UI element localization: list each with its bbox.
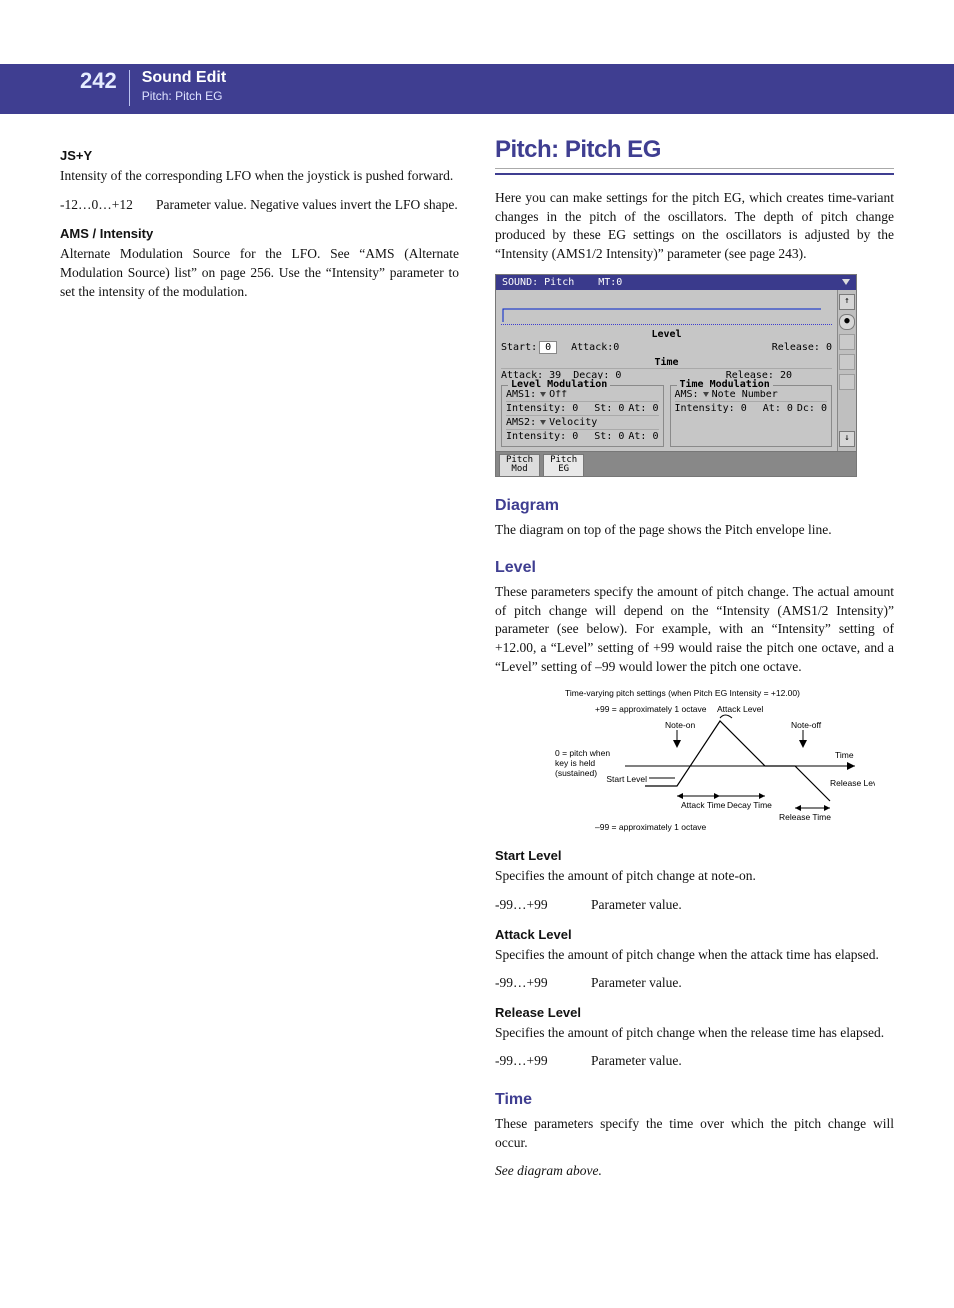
heading-diagram: Diagram: [495, 497, 894, 515]
env-zero-a: 0 = pitch when: [555, 748, 610, 758]
env-attack-level-label: Attack Level: [717, 704, 763, 714]
page-header: 242 Sound Edit Pitch: Pitch EG: [0, 64, 954, 114]
ui-tm-at[interactable]: At: 0: [763, 403, 793, 414]
side-button[interactable]: [839, 354, 855, 370]
ui-level-label: Level: [501, 329, 832, 340]
header-subtitle: Pitch: Pitch EG: [142, 88, 226, 104]
env-release-time: Release Time: [779, 812, 831, 822]
side-button[interactable]: [839, 374, 855, 390]
ui-tm-ams-label: AMS:: [675, 389, 699, 400]
env-minus99: –99 = approximately 1 octave: [595, 822, 707, 832]
header-title: Sound Edit: [142, 70, 226, 86]
heading-level: Level: [495, 559, 894, 577]
text-level: These parameters specify the amount of p…: [495, 583, 894, 676]
env-note-off: Note-off: [791, 720, 822, 730]
dropdown-icon: [540, 392, 546, 397]
text-ams-intensity: Alternate Modulation Source for the LFO.…: [60, 245, 459, 301]
param-attack-range: -99…+99: [495, 974, 591, 993]
text-time: These parameters specify the time over w…: [495, 1115, 894, 1152]
ui-ams1-select[interactable]: Off: [540, 389, 567, 400]
param-start-range: -99…+99: [495, 896, 591, 915]
heading-attack-level: Attack Level: [495, 927, 894, 942]
param-release-range: -99…+99: [495, 1052, 591, 1071]
env-time-axis: Time: [835, 750, 854, 760]
env-decay-time: Decay Time: [727, 800, 772, 810]
ui-ams1-label: AMS1:: [506, 389, 536, 400]
env-caption: Time-varying pitch settings (when Pitch …: [565, 688, 800, 698]
param-release-desc: Parameter value.: [591, 1052, 894, 1071]
ui-title: SOUND: Pitch: [502, 277, 574, 288]
heading-start-level: Start Level: [495, 848, 894, 863]
text-diagram: The diagram on top of the page shows the…: [495, 521, 894, 540]
ui-tm-title: Time Modulation: [677, 379, 773, 390]
right-column: Pitch: Pitch EG Here you can make settin…: [495, 136, 894, 1191]
side-button[interactable]: [839, 334, 855, 350]
text-release-level: Specifies the amount of pitch change whe…: [495, 1024, 894, 1043]
intro-text: Here you can make settings for the pitch…: [495, 189, 894, 264]
heading-release-level: Release Level: [495, 1005, 894, 1020]
menu-triangle-icon[interactable]: [842, 279, 850, 285]
dropdown-icon: [703, 392, 709, 397]
ui-envelope-display: [501, 294, 832, 325]
ui-tm-intensity[interactable]: Intensity: 0: [675, 403, 747, 414]
ui-release-field[interactable]: Release: 0: [772, 342, 832, 353]
env-zero-b: key is held: [555, 758, 595, 768]
heading-ams-intensity: AMS / Intensity: [60, 226, 459, 241]
ui-tabs: PitchMod PitchEG: [496, 451, 856, 476]
heading-jsy: JS+Y: [60, 148, 459, 163]
left-column: JS+Y Intensity of the corresponding LFO …: [60, 136, 459, 1191]
env-plus99: +99 = approximately 1 octave: [595, 704, 707, 714]
ui-lm-intensity[interactable]: Intensity: 0: [506, 403, 578, 414]
header-divider: [129, 70, 130, 106]
param-start-desc: Parameter value.: [591, 896, 894, 915]
page-number: 242: [80, 70, 117, 92]
ui-time-modulation-box: Time Modulation AMS: Note Number Intensi…: [670, 385, 833, 447]
ui-lm2-intensity[interactable]: Intensity: 0: [506, 431, 578, 442]
ui-titlebar: SOUND: Pitch MT:0: [496, 275, 856, 290]
env-note-on: Note-on: [665, 720, 696, 730]
tab-pitch-eg[interactable]: PitchEG: [543, 454, 584, 476]
ui-ams2-label: AMS2:: [506, 417, 536, 428]
ui-tm-dc[interactable]: Dc: 0: [797, 403, 827, 414]
param-jsy-desc: Parameter value. Negative values invert …: [156, 196, 459, 215]
dropdown-icon: [540, 420, 546, 425]
env-zero-c: (sustained): [555, 768, 597, 778]
param-attack-desc: Parameter value.: [591, 974, 894, 993]
tab-pitch-mod[interactable]: PitchMod: [499, 454, 540, 476]
env-release-level-label: Release Level: [830, 778, 875, 788]
sound-pitch-ui: SOUND: Pitch MT:0 Level: [495, 274, 857, 477]
ui-start-field[interactable]: Start:0: [501, 341, 557, 354]
param-jsy: -12…0…+12 Parameter value. Negative valu…: [60, 196, 459, 215]
ui-lm-title: Level Modulation: [508, 379, 610, 390]
param-attack: -99…+99 Parameter value.: [495, 974, 894, 993]
param-start: -99…+99 Parameter value.: [495, 896, 894, 915]
section-rule: [495, 168, 894, 175]
ui-level-modulation-box: Level Modulation AMS1: Off Intensity: 0 …: [501, 385, 664, 447]
ui-attack-field[interactable]: Attack:0: [571, 342, 619, 353]
env-attack-time: Attack Time: [681, 800, 726, 810]
record-button[interactable]: ●: [839, 314, 855, 330]
ui-ams2-select[interactable]: Velocity: [540, 417, 597, 428]
ui-lm-at[interactable]: At: 0: [628, 403, 658, 414]
scroll-down-button[interactable]: ↓: [839, 431, 855, 447]
scroll-up-button[interactable]: ↑: [839, 294, 855, 310]
text-jsy: Intensity of the corresponding LFO when …: [60, 167, 459, 186]
param-release: -99…+99 Parameter value.: [495, 1052, 894, 1071]
ui-lm-st[interactable]: St: 0: [594, 403, 624, 414]
heading-time: Time: [495, 1091, 894, 1109]
text-see-diagram: See diagram above.: [495, 1162, 894, 1181]
ui-lm2-st[interactable]: St: 0: [594, 431, 624, 442]
ui-time-label: Time: [501, 357, 832, 368]
ui-tm-ams-select[interactable]: Note Number: [703, 389, 778, 400]
text-attack-level: Specifies the amount of pitch change whe…: [495, 946, 894, 965]
text-start-level: Specifies the amount of pitch change at …: [495, 867, 894, 886]
ui-lm2-at[interactable]: At: 0: [628, 431, 658, 442]
ui-side-buttons: ↑ ● ↓: [837, 290, 856, 451]
env-start-level-label: Start Level: [606, 774, 647, 784]
pitch-envelope-diagram: Time-varying pitch settings (when Pitch …: [495, 686, 875, 836]
param-jsy-range: -12…0…+12: [60, 196, 156, 215]
section-title: Pitch: Pitch EG: [495, 136, 894, 164]
ui-mt: MT:0: [598, 277, 622, 288]
